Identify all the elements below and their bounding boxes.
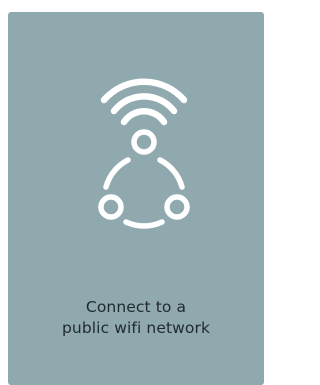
screen: Connect to a public wifi network	[0, 0, 272, 385]
wifi-onboarding-card[interactable]: Connect to a public wifi network	[8, 12, 264, 385]
card-caption: Connect to a public wifi network	[8, 297, 264, 339]
caption-line-2: public wifi network	[61, 319, 211, 337]
caption-line-1: Connect to a	[85, 298, 187, 316]
